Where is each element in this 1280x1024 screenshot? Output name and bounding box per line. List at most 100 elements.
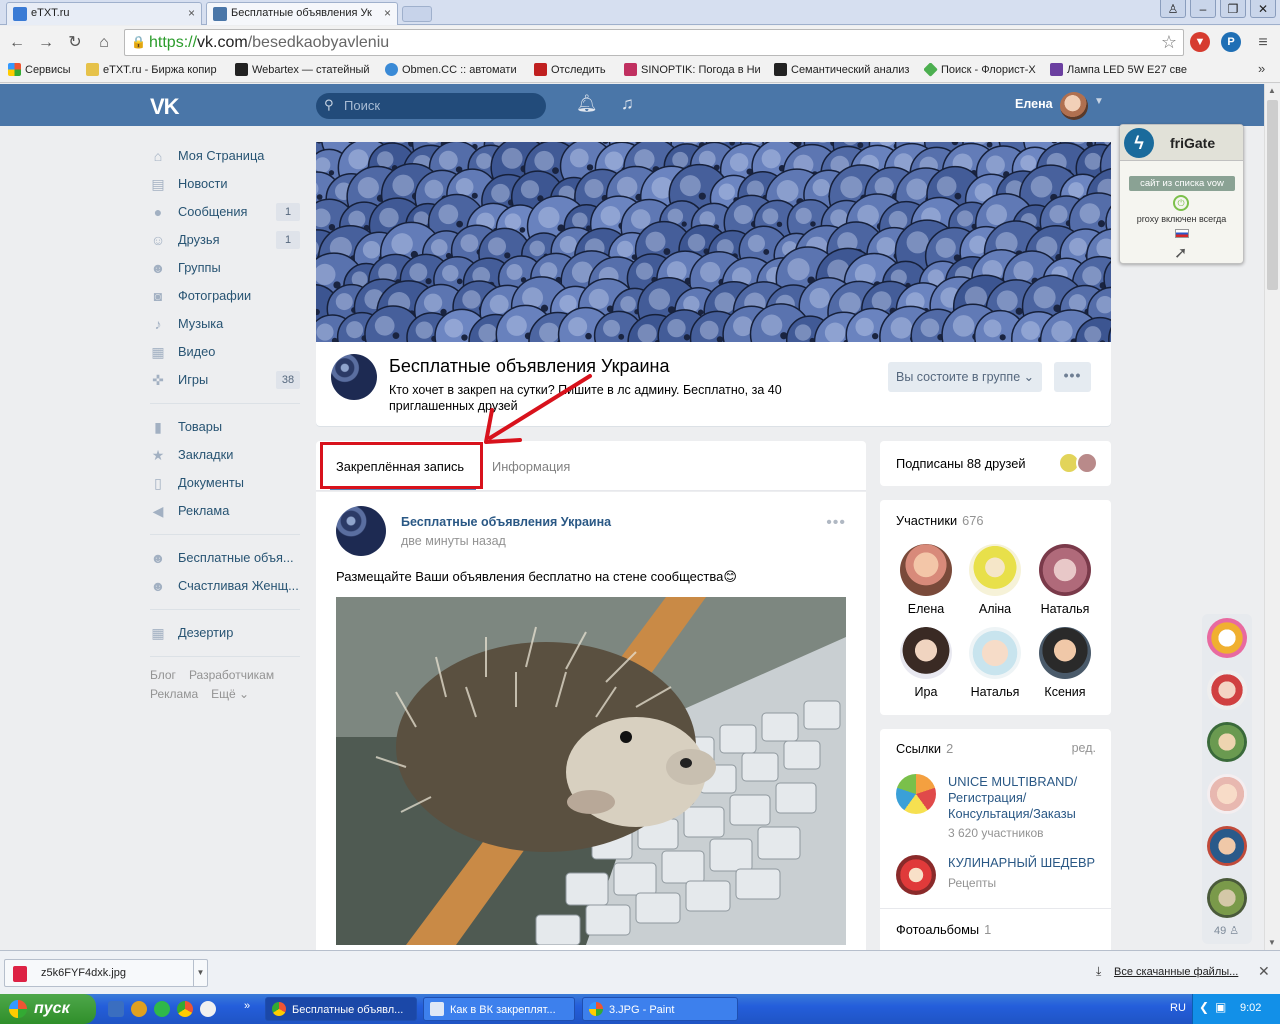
member-item[interactable]: Наталья <box>1035 544 1095 616</box>
rail-avatar[interactable] <box>1207 774 1247 814</box>
menu-item-app-dezertir[interactable]: ▦ Дезертир <box>150 619 300 647</box>
bookmark-item[interactable]: Семантический анализ <box>774 63 912 77</box>
post-author[interactable]: Бесплатные объявления Украина <box>401 515 611 529</box>
footer-link-more[interactable]: Ещё ⌄ <box>211 687 249 701</box>
home-icon[interactable]: ⌂ <box>93 32 115 54</box>
rail-count[interactable]: 49 ♙ <box>1214 924 1239 937</box>
desktop-icon[interactable] <box>108 1001 124 1017</box>
menu-item-video[interactable]: ▦ Видео <box>150 338 300 366</box>
membership-button[interactable]: Вы состоите в группе ⌄ <box>888 362 1043 392</box>
shield-extension-icon[interactable]: ▼ <box>1190 32 1210 52</box>
menu-item-groups[interactable]: ☻ Группы <box>150 254 300 282</box>
member-item[interactable]: Ира <box>896 627 956 699</box>
bookmark-item[interactable]: Obmen.CC :: автомати <box>385 63 521 77</box>
scroll-up-icon[interactable]: ▲ <box>1268 86 1276 95</box>
header-user-name[interactable]: Елена <box>1015 97 1053 111</box>
group-avatar[interactable] <box>331 354 377 400</box>
rail-avatar[interactable] <box>1207 826 1247 866</box>
download-item[interactable]: z5k6FYF4dxk.jpg ▼ <box>4 959 208 987</box>
music-note-icon[interactable]: ♫ <box>621 94 634 114</box>
menu-item-my-page[interactable]: ⌂ Моя Страница <box>150 142 300 170</box>
all-downloads-link[interactable]: Все скачанные файлы... <box>1114 966 1238 978</box>
reload-icon[interactable]: ↻ <box>64 32 86 54</box>
browser-tab-etxt[interactable]: eTXT.ru × <box>6 2 202 25</box>
menu-item-documents[interactable]: ▯ Документы <box>150 469 300 497</box>
links-title[interactable]: Ссылки 2 <box>896 741 953 756</box>
p-extension-icon[interactable]: P <box>1221 32 1241 52</box>
app-icon[interactable] <box>131 1001 147 1017</box>
browser-tab-vk[interactable]: Бесплатные объявления Ук × <box>206 2 398 25</box>
menu-item-goods[interactable]: ▮ Товары <box>150 413 300 441</box>
rail-avatar[interactable] <box>1207 722 1247 762</box>
menu-item-group-free-ads[interactable]: ☻ Бесплатные объя... <box>150 544 300 572</box>
close-downloads-icon[interactable]: ✕ <box>1258 963 1270 980</box>
address-bar[interactable]: 🔒 https://vk.com/besedkaobyavleniu ☆ <box>124 29 1184 56</box>
maximize-button[interactable]: ❐ <box>1220 0 1246 18</box>
bookmark-item[interactable]: Поиск - Флорист-Х <box>924 63 1040 77</box>
back-icon[interactable]: ← <box>6 32 28 54</box>
close-tab-icon[interactable]: × <box>384 3 391 24</box>
menu-item-bookmarks[interactable]: ★ Закладки <box>150 441 300 469</box>
menu-icon[interactable]: ≡ <box>1252 32 1274 54</box>
member-item[interactable]: Наталья <box>965 627 1025 699</box>
bookmark-item[interactable]: SINOPTIK: Погода в Ни <box>624 63 764 77</box>
link-item[interactable]: КУЛИНАРНЫЙ ШЕДЕВР Рецепты <box>896 855 1101 895</box>
menu-item-ads[interactable]: ◀ Реклама <box>150 497 300 525</box>
profile-icon[interactable]: ♙ <box>1160 0 1186 18</box>
chrome-icon[interactable] <box>177 1001 193 1017</box>
minimize-button[interactable]: – <box>1190 0 1216 18</box>
power-icon[interactable]: ⏻ <box>1173 195 1189 211</box>
taskbar-item-document[interactable]: Как в ВК закреплят... <box>423 997 575 1021</box>
group-more-button[interactable]: ••• <box>1054 362 1091 392</box>
scroll-down-icon[interactable]: ▼ <box>1268 938 1276 947</box>
chevron-down-icon[interactable]: ▼ <box>1094 96 1104 107</box>
page-scrollbar[interactable]: ▲ ▼ <box>1264 84 1280 950</box>
close-window-button[interactable]: ✕ <box>1250 0 1276 18</box>
bookmark-item[interactable]: Отследить <box>534 63 614 77</box>
arrow-icon[interactable]: ➚ <box>1174 243 1187 263</box>
bookmark-item[interactable]: Лампа LED 5W E27 све <box>1050 63 1190 77</box>
bookmark-apps[interactable]: Сервисы <box>8 63 78 77</box>
expand-quicklaunch-icon[interactable]: » <box>244 1000 250 1012</box>
menu-item-news[interactable]: ▤ Новости <box>150 170 300 198</box>
post-photo[interactable] <box>336 597 846 945</box>
frigate-widget[interactable]: ϟ friGate сайт из списка vow ⏻ proxy вкл… <box>1119 124 1244 264</box>
menu-item-friends[interactable]: ☺ Друзья 1 <box>150 226 300 254</box>
tab-information[interactable]: Информация <box>492 459 570 474</box>
subscribed-friends-card[interactable]: Подписаны 88 друзей <box>880 441 1111 486</box>
scrollbar-thumb[interactable] <box>1267 100 1278 290</box>
member-item[interactable]: Ксения <box>1035 627 1095 699</box>
post-time[interactable]: две минуты назад <box>401 534 506 548</box>
network-icon[interactable]: ▣ <box>1215 1000 1226 1014</box>
taskbar-item-paint[interactable]: 3.JPG - Paint <box>582 997 738 1021</box>
links-edit-link[interactable]: ред. <box>1072 741 1096 755</box>
close-tab-icon[interactable]: × <box>188 3 195 24</box>
tray-arrow-icon[interactable]: ❮ <box>1199 1000 1209 1014</box>
bell-icon[interactable]: 🔔︎ <box>576 94 598 114</box>
member-item[interactable]: Аліна <box>965 544 1025 616</box>
bookmark-item[interactable]: Webartex — статейный <box>235 63 371 77</box>
chevron-down-icon[interactable]: ▼ <box>193 960 207 986</box>
more-bookmarks-icon[interactable]: » <box>1258 61 1265 76</box>
new-tab-button[interactable] <box>402 6 432 22</box>
menu-item-photos[interactable]: ◙ Фотографии <box>150 282 300 310</box>
post-more-button[interactable]: ••• <box>826 514 846 532</box>
footer-link-ads[interactable]: Реклама <box>150 687 198 701</box>
forward-icon[interactable]: → <box>35 32 57 54</box>
language-indicator[interactable]: RU <box>1170 1002 1186 1014</box>
link-title[interactable]: UNICE MULTIBRAND/ Регистрация/ Консульта… <box>948 774 1098 822</box>
yandex-icon[interactable] <box>200 1001 216 1017</box>
whatsapp-icon[interactable] <box>154 1001 170 1017</box>
members-title[interactable]: Участники 676 <box>896 513 984 528</box>
albums-title[interactable]: Фотоальбомы 1 <box>896 922 991 937</box>
post-author-avatar[interactable] <box>336 506 386 556</box>
header-avatar[interactable] <box>1060 92 1088 120</box>
vk-search-input[interactable]: ⚲ Поиск <box>316 93 546 119</box>
menu-item-games[interactable]: ✜ Игры 38 <box>150 366 300 394</box>
link-item[interactable]: UNICE MULTIBRAND/ Регистрация/ Консульта… <box>896 774 1101 844</box>
russia-flag-icon[interactable] <box>1175 229 1189 238</box>
bookmark-item[interactable]: eTXT.ru - Биржа копир <box>86 63 226 77</box>
rail-avatar[interactable] <box>1207 878 1247 918</box>
member-item[interactable]: Елена <box>896 544 956 616</box>
rail-avatar[interactable] <box>1207 670 1247 710</box>
